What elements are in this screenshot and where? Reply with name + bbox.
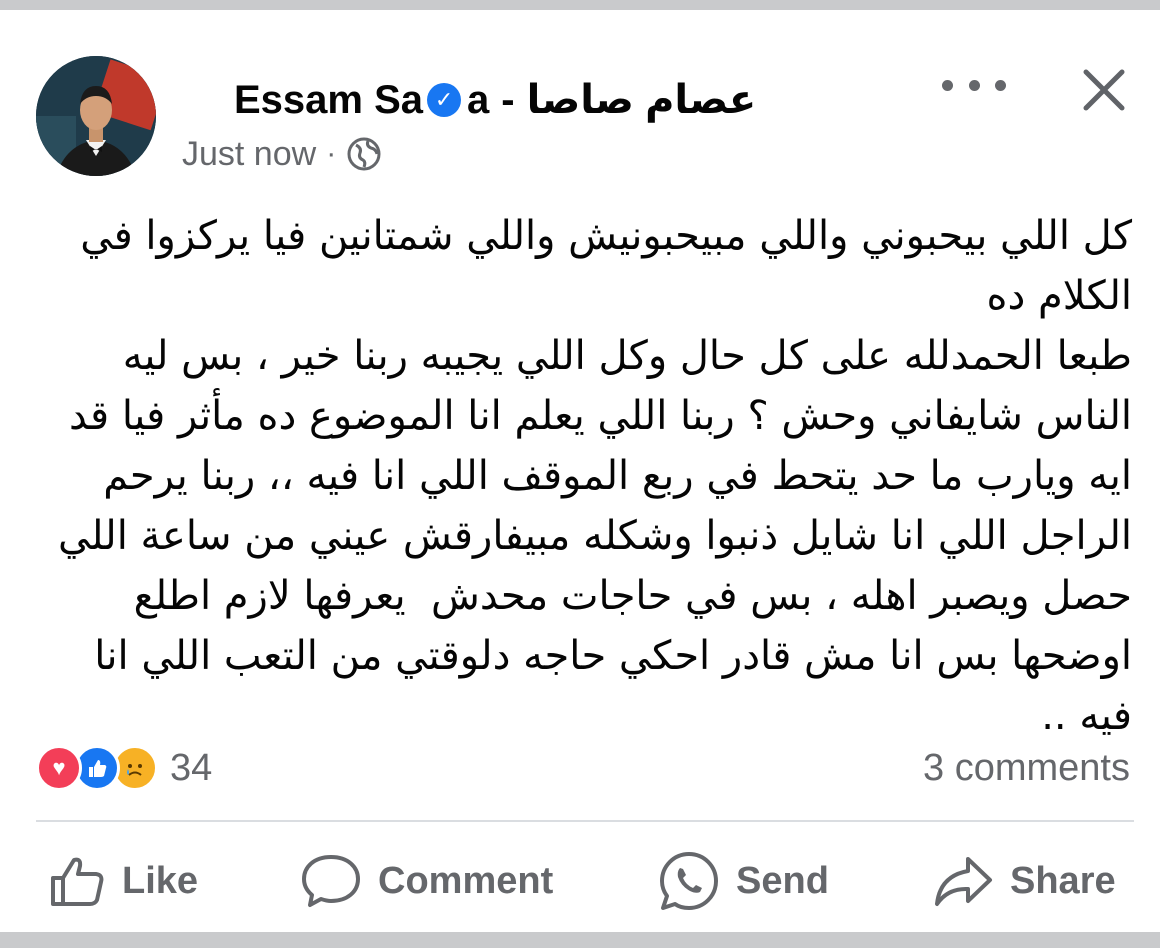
author-name[interactable]: Essam Sa ✓ a - عصام صاصا [234,72,756,128]
post-card: Essam Sa ✓ a - عصام صاصا Just now · كل ا… [0,10,1160,932]
comments-count[interactable]: 3 comments [923,740,1130,796]
send-label: Send [736,859,829,902]
globe-icon[interactable] [346,136,382,172]
comment-button[interactable]: Comment [300,846,553,916]
post-timestamp[interactable]: Just now [182,135,316,174]
love-icon: ♥ [36,745,82,791]
like-label: Like [122,859,199,902]
post-text-paragraph-2: طبعا الحمدلله على كل حال وكل اللي يجيبه … [45,333,1132,739]
like-button[interactable]: Like [48,846,198,916]
divider [36,820,1134,822]
whatsapp-icon [660,852,718,910]
meta-dot: · [326,137,337,170]
verified-badge-icon: ✓ [427,83,462,117]
name-separator: - [501,77,515,122]
more-options-icon[interactable] [942,70,1006,100]
reactions-summary[interactable]: ♥ 34 [36,740,212,796]
reaction-count[interactable]: 34 [170,747,212,790]
author-name-arabic[interactable]: عصام صاصا [527,77,757,123]
action-bar: Like Comment Send Share [0,846,1160,916]
bottom-border [0,932,1160,948]
post-text-paragraph-1: كل اللي بيحبوني واللي مبيحبونيش واللي شم… [67,213,1132,319]
post-text: كل اللي بيحبوني واللي مبيحبونيش واللي شم… [40,206,1132,746]
author-name-suffix[interactable]: a [467,78,489,123]
send-button[interactable]: Send [658,846,829,916]
close-icon[interactable] [1076,62,1132,118]
comment-label: Comment [378,859,554,902]
share-arrow-icon [935,857,992,906]
post-meta: Just now · [182,132,382,176]
avatar[interactable] [36,56,156,176]
comment-bubble-icon [302,855,360,907]
avatar-image [36,56,156,176]
author-name-latin[interactable]: Essam Sa [234,78,423,123]
thumbs-up-icon [51,857,104,906]
share-button[interactable]: Share [932,846,1116,916]
share-label: Share [1010,859,1116,902]
